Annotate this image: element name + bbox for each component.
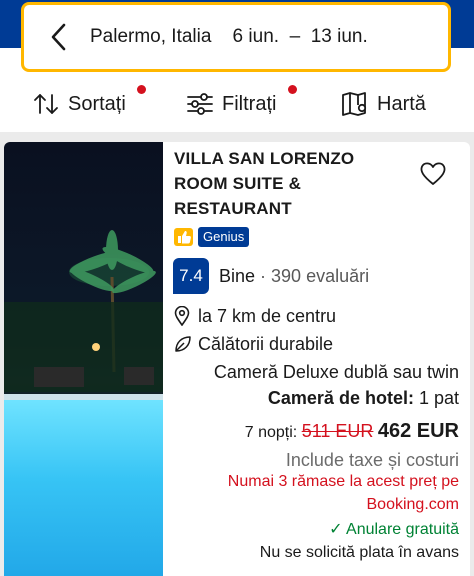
- review-count: 390 evaluări: [271, 266, 370, 286]
- scarcity-line-1: Numai 3 rămase la acest preț pe: [227, 473, 459, 490]
- property-photo[interactable]: [4, 142, 163, 576]
- taxes-note: Include taxe și costuri: [285, 450, 459, 470]
- rating-summary[interactable]: Bine · 390 evaluări: [219, 266, 369, 287]
- current-price: 462 EUR: [377, 420, 459, 442]
- search-summary-text[interactable]: Palermo, Italia 6 iun. – 13 iun.: [90, 26, 368, 48]
- free-cancellation: ✓ Anulare gratuită: [329, 519, 459, 539]
- pool: [4, 400, 163, 576]
- location-pin-icon: [174, 306, 190, 326]
- filter-sliders-icon: [187, 93, 213, 115]
- prepayment-text: Nu se solicită plata în avans: [259, 544, 459, 561]
- map-icon: [342, 92, 367, 116]
- distance-text: la 7 km de centru: [198, 306, 337, 326]
- price-block: 7 nopți: 511 EUR 462 EUR: [245, 420, 459, 443]
- review-score-badge: 7.4: [173, 258, 209, 294]
- filter-button[interactable]: Filtrați: [186, 84, 276, 124]
- sort-label: Sortați: [68, 92, 126, 115]
- bed-value: 1 pat: [413, 388, 459, 408]
- map-label: Hartă: [377, 92, 426, 115]
- genius-badge: Genius: [198, 227, 250, 247]
- thumbs-up-badge: [174, 228, 193, 246]
- scarcity-line-2: Booking.com: [366, 496, 460, 513]
- cancellation-text: Anulare gratuită: [346, 521, 459, 538]
- map-button[interactable]: Hartă: [341, 84, 426, 124]
- leaf-icon: [175, 336, 191, 352]
- sort-button[interactable]: Sortați: [32, 84, 126, 124]
- action-bar: Sortați Filtrați Hartă: [0, 84, 474, 124]
- nights-label: 7 nopți:: [244, 424, 298, 441]
- rating-separator: ·: [255, 266, 272, 286]
- sort-icon: [34, 94, 58, 114]
- rating-word: Bine: [219, 266, 256, 286]
- bed-label: Cameră de hotel:: [267, 388, 414, 408]
- bed-info: Cameră de hotel: 1 pat: [268, 388, 459, 409]
- checkmark-icon: ✓: [329, 521, 347, 538]
- original-price: 511 EUR: [301, 421, 374, 441]
- room-type: Cameră Deluxe dublă sau twin: [213, 362, 459, 382]
- sort-active-dot: [137, 85, 146, 94]
- back-arrow-icon[interactable]: [48, 22, 70, 52]
- filter-active-dot: [288, 85, 297, 94]
- heart-icon[interactable]: [419, 160, 447, 186]
- top-bar: Palermo, Italia 6 iun. – 13 iun. Sortați: [0, 0, 474, 132]
- filter-label: Filtrați: [222, 92, 277, 115]
- search-summary-box[interactable]: Palermo, Italia 6 iun. – 13 iun.: [21, 2, 451, 72]
- property-name[interactable]: VILLA SAN LORENZO ROOM SUITE & RESTAURAN…: [174, 146, 404, 221]
- sustainability-text[interactable]: Călătorii durabile: [198, 334, 333, 355]
- thumbs-up-icon: [178, 231, 191, 244]
